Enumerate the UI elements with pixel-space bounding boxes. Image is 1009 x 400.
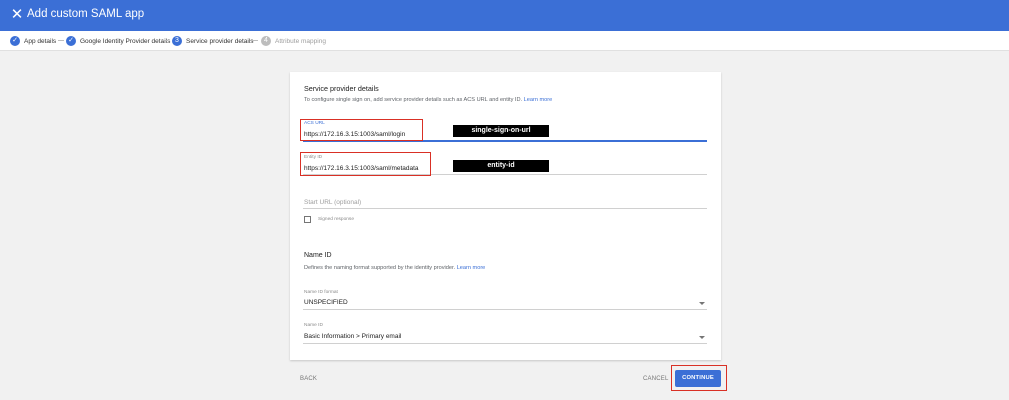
step-number: 4: [261, 36, 271, 46]
step-attribute-mapping[interactable]: 4 Attribute mapping: [261, 35, 326, 47]
signed-response-label: Signed response: [318, 217, 355, 222]
name-id-description: Defines the naming format supported by t…: [304, 265, 485, 271]
back-button[interactable]: BACK: [300, 376, 317, 382]
section-description: To configure single sign on, add service…: [304, 97, 552, 103]
name-id-format-select[interactable]: Name ID format UNSPECIFIED: [303, 290, 707, 310]
name-id-format-underline: [303, 309, 707, 310]
stepper: ✓ App details ✓ Google Identity Provider…: [0, 31, 1009, 51]
dropdown-arrow-icon: [699, 302, 705, 305]
signed-response-checkbox[interactable]: [304, 216, 311, 223]
check-icon: ✓: [66, 36, 76, 46]
name-id-heading: Name ID: [304, 252, 332, 259]
section-heading: Service provider details: [304, 84, 379, 93]
step-app-details[interactable]: ✓ App details: [10, 35, 56, 47]
step-label: Service provider details: [186, 37, 254, 45]
start-url-underline: [303, 208, 707, 209]
step-label: Attribute mapping: [275, 37, 326, 45]
entity-id-highlight: [300, 152, 431, 176]
page-title: Add custom SAML app: [27, 8, 145, 20]
acs-url-highlight: [300, 119, 423, 141]
start-url-field[interactable]: Start URL (optional): [303, 196, 707, 210]
name-id-value: Basic Information > Primary email: [304, 333, 402, 340]
continue-highlight: [671, 365, 727, 391]
step-connector: [58, 35, 64, 47]
step-service-provider-details[interactable]: 3 Service provider details: [172, 35, 254, 47]
cancel-button[interactable]: CANCEL: [643, 376, 669, 382]
entity-id-annotation: entity-id: [453, 160, 549, 172]
step-connector: [162, 35, 168, 47]
dropdown-arrow-icon: [699, 336, 705, 339]
learn-more-link[interactable]: Learn more: [524, 97, 553, 103]
top-app-bar: ✕ Add custom SAML app: [0, 0, 1009, 31]
name-id-underline: [303, 343, 707, 344]
close-icon[interactable]: ✕: [8, 6, 26, 24]
name-id-format-value: UNSPECIFIED: [304, 299, 348, 306]
step-label: App details: [24, 37, 57, 45]
name-id-select[interactable]: Name ID Basic Information > Primary emai…: [303, 323, 707, 344]
name-id-format-label: Name ID format: [304, 290, 338, 295]
step-number: 3: [172, 36, 182, 46]
step-label: Google Identity Provider details: [80, 37, 171, 45]
start-url-input[interactable]: Start URL (optional): [304, 199, 361, 206]
learn-more-link[interactable]: Learn more: [457, 265, 486, 271]
acs-url-annotation: single-sign-on-url: [453, 125, 549, 137]
check-icon: ✓: [10, 36, 20, 46]
step-idp-details[interactable]: ✓ Google Identity Provider details: [66, 35, 170, 47]
description-text: To configure single sign on, add service…: [304, 97, 523, 103]
description-text: Defines the naming format supported by t…: [304, 265, 456, 271]
step-connector: [251, 35, 258, 47]
name-id-label: Name ID: [304, 323, 323, 328]
service-provider-card: Service provider details To configure si…: [290, 72, 721, 360]
